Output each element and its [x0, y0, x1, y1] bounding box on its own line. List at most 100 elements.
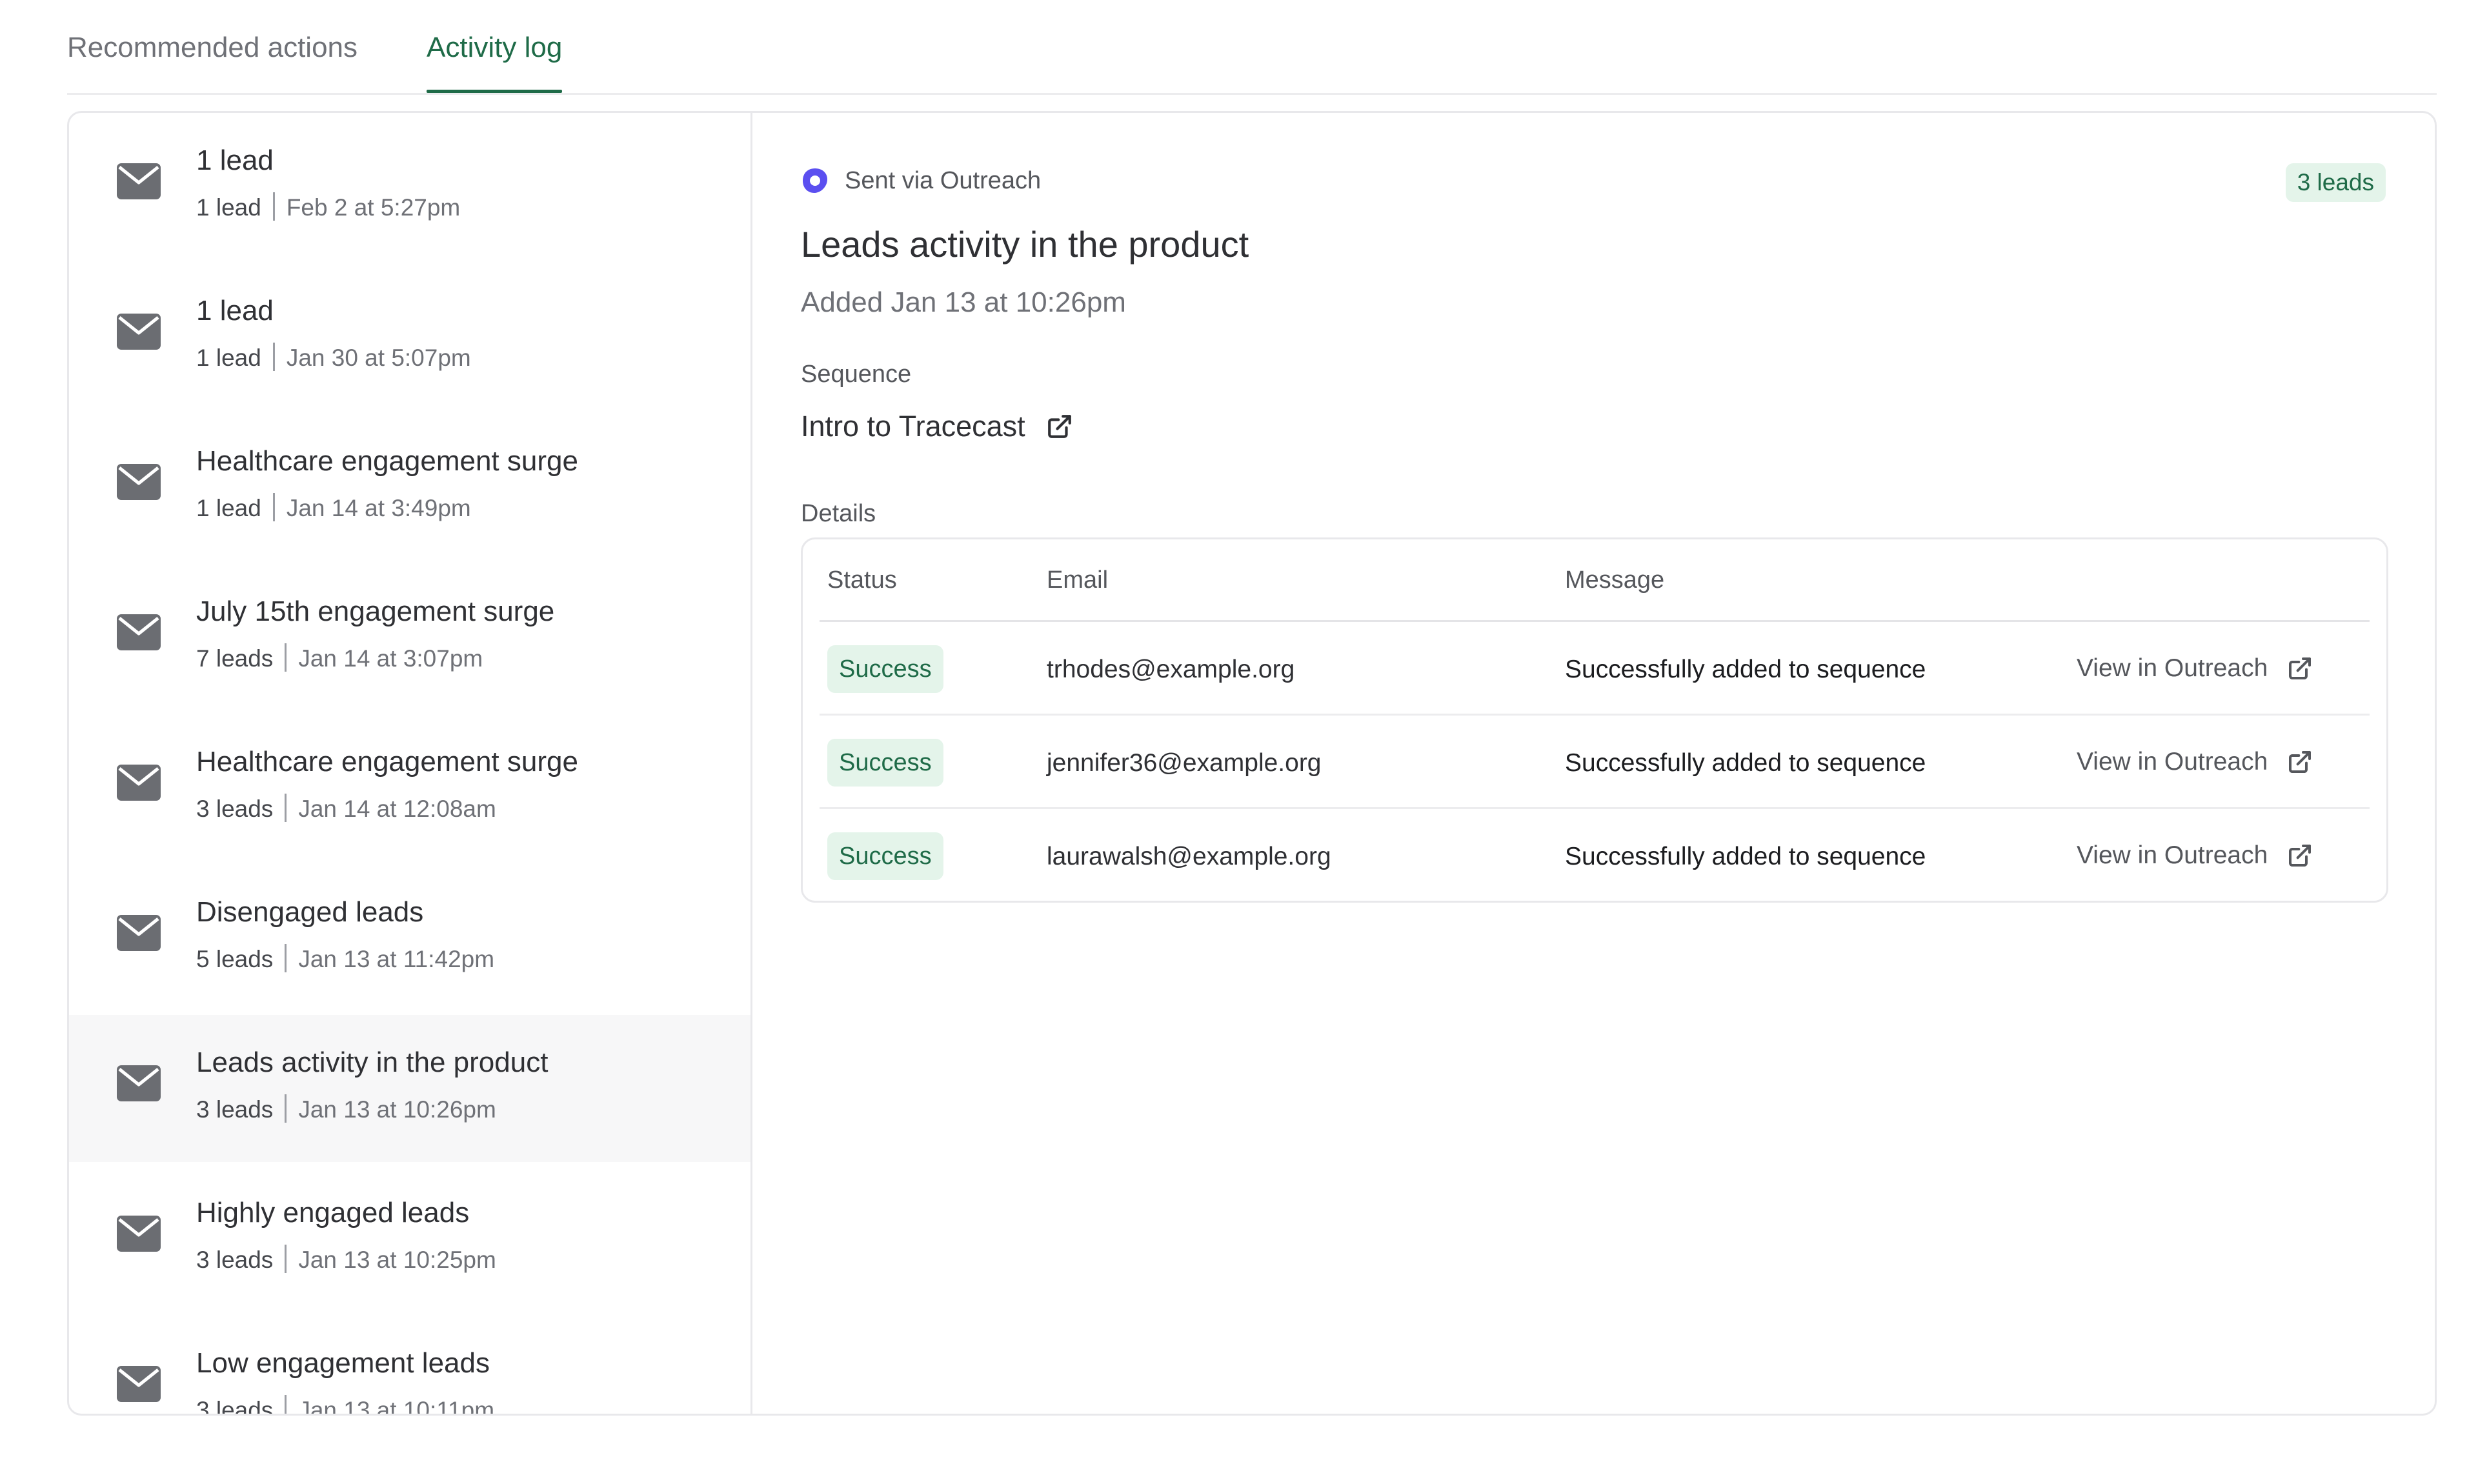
activity-item[interactable]: 1 lead 1 lead Jan 30 at 5:07pm — [69, 263, 750, 410]
details-table: Status Email Message Success trhodes@exa… — [801, 537, 2388, 903]
external-link-icon — [2289, 845, 2312, 867]
email-cell: jennifer36@example.org — [1047, 749, 1322, 777]
activity-item-selected[interactable]: Leads activity in the product 3 leads Jan… — [69, 1015, 750, 1162]
email-cell: laurawalsh@example.org — [1047, 843, 1331, 870]
envelope-icon — [117, 915, 161, 951]
activity-item-count: 3 leads — [196, 796, 274, 822]
divider — [285, 643, 287, 672]
activity-item-title: Healthcare engagement surge — [196, 746, 578, 777]
activity-item-count: 7 leads — [196, 645, 274, 672]
column-header-status: Status — [827, 567, 897, 594]
envelope-icon — [117, 163, 161, 199]
divider — [272, 493, 275, 521]
envelope-icon — [117, 314, 161, 350]
activity-item[interactable]: Disengaged leads 5 leads Jan 13 at 11:42p… — [69, 865, 750, 1012]
divider — [285, 1395, 287, 1414]
external-link-icon — [2289, 657, 2312, 679]
sequence-label: Sequence — [801, 361, 912, 388]
message-cell: Successfully added to sequence — [1565, 749, 1926, 777]
source-label: Sent via Outreach — [801, 165, 1041, 197]
detail-title: Leads activity in the product — [801, 224, 1249, 265]
activity-item-meta: 3 leads Jan 13 at 10:26pm — [196, 1094, 496, 1126]
envelope-icon — [117, 765, 161, 801]
view-in-outreach-link[interactable]: View in Outreach — [2077, 839, 2313, 872]
lead-count-badge: 3 leads — [2285, 163, 2386, 202]
activity-item-date: Jan 14 at 12:08am — [298, 796, 496, 822]
tab-recommended-actions[interactable]: Recommended actions — [67, 28, 358, 91]
activity-item-date: Jan 30 at 5:07pm — [286, 345, 471, 371]
activity-item[interactable]: 1 lead 1 lead Feb 2 at 5:27pm — [69, 113, 750, 260]
activity-item-date: Feb 2 at 5:27pm — [286, 194, 461, 221]
sequence-link[interactable]: Intro to Tracecast — [801, 407, 1073, 446]
table-row: Success laurawalsh@example.org Successfu… — [820, 809, 2370, 903]
detail-added-date: Added Jan 13 at 10:26pm — [801, 286, 1126, 318]
activity-item-count: 5 leads — [196, 946, 274, 972]
activity-item-title: Low engagement leads — [196, 1347, 490, 1379]
status-badge: Success — [827, 832, 943, 880]
activity-item-title: July 15th engagement surge — [196, 596, 555, 627]
activity-item-meta: 1 lead Jan 14 at 3:49pm — [196, 492, 471, 525]
outreach-logo-icon — [803, 168, 827, 193]
activity-item-count: 1 lead — [196, 194, 261, 221]
activity-item[interactable]: July 15th engagement surge 7 leads Jan 14… — [69, 564, 750, 711]
activity-item-date: Jan 13 at 10:25pm — [298, 1247, 496, 1273]
sequence-name: Intro to Tracecast — [801, 410, 1025, 443]
message-cell: Successfully added to sequence — [1565, 843, 1926, 870]
view-in-outreach-label: View in Outreach — [2077, 748, 2268, 776]
envelope-icon — [117, 1065, 161, 1101]
envelope-icon — [117, 1366, 161, 1402]
divider — [285, 944, 287, 972]
column-header-email: Email — [1047, 567, 1109, 594]
divider — [285, 794, 287, 822]
activity-item-count: 3 leads — [196, 1397, 274, 1414]
activity-item[interactable]: Low engagement leads 3 leads Jan 13 at 10… — [69, 1316, 750, 1414]
envelope-icon — [117, 1216, 161, 1252]
activity-item-title: Leads activity in the product — [196, 1047, 549, 1078]
tab-activity-log[interactable]: Activity log — [427, 28, 563, 93]
activity-detail: Sent via Outreach 3 leads Leads activity… — [752, 113, 2435, 1414]
details-label: Details — [801, 500, 876, 527]
activity-item-meta: 3 leads Jan 13 at 10:25pm — [196, 1244, 496, 1276]
activity-item-meta: 3 leads Jan 13 at 10:11pm — [196, 1394, 494, 1414]
activity-item-title: Highly engaged leads — [196, 1197, 470, 1228]
column-header-message: Message — [1565, 567, 1665, 594]
status-badge: Success — [827, 739, 943, 787]
divider — [272, 192, 275, 221]
activity-item-date: Jan 13 at 11:42pm — [298, 946, 495, 972]
envelope-icon — [117, 464, 161, 500]
divider — [272, 343, 275, 371]
activity-item[interactable]: Healthcare engagement surge 3 leads Jan 1… — [69, 714, 750, 861]
activity-item-date: Jan 13 at 10:26pm — [298, 1096, 496, 1123]
activity-item-count: 3 leads — [196, 1096, 274, 1123]
view-in-outreach-label: View in Outreach — [2077, 654, 2268, 682]
status-badge: Success — [827, 645, 943, 693]
activity-item-count: 3 leads — [196, 1247, 274, 1273]
activity-item[interactable]: Highly engaged leads 3 leads Jan 13 at 10… — [69, 1165, 750, 1312]
view-in-outreach-link[interactable]: View in Outreach — [2077, 652, 2313, 685]
activity-item-title: Disengaged leads — [196, 896, 424, 928]
activity-item-meta: 3 leads Jan 14 at 12:08am — [196, 793, 496, 825]
activity-item-title: 1 lead — [196, 145, 274, 176]
activity-item-meta: 1 lead Jan 30 at 5:07pm — [196, 342, 471, 374]
page: Recommended actions Activity log 1 lead … — [67, 0, 2437, 1416]
activity-item-count: 1 lead — [196, 345, 261, 371]
activity-item-meta: 5 leads Jan 13 at 11:42pm — [196, 943, 494, 976]
table-header: Status Email Message — [820, 539, 2370, 622]
envelope-icon — [117, 614, 161, 650]
divider — [285, 1245, 287, 1273]
activity-item-count: 1 lead — [196, 495, 261, 521]
external-link-icon[interactable] — [1046, 413, 1073, 440]
view-in-outreach-label: View in Outreach — [2077, 841, 2268, 869]
activity-item[interactable]: Healthcare engagement surge 1 lead Jan 14… — [69, 414, 750, 561]
activity-item-date: Jan 13 at 10:11pm — [298, 1397, 495, 1414]
view-in-outreach-link[interactable]: View in Outreach — [2077, 745, 2313, 779]
activity-panel: 1 lead 1 lead Feb 2 at 5:27pm 1 lead 1 le… — [67, 111, 2437, 1416]
activity-item-date: Jan 14 at 3:07pm — [298, 645, 483, 672]
activity-item-title: Healthcare engagement surge — [196, 445, 578, 477]
activity-item-date: Jan 14 at 3:49pm — [286, 495, 471, 521]
message-cell: Successfully added to sequence — [1565, 656, 1926, 683]
source-text: Sent via Outreach — [845, 166, 1042, 194]
table-row: Success trhodes@example.org Successfully… — [820, 622, 2370, 716]
activity-item-meta: 7 leads Jan 14 at 3:07pm — [196, 643, 483, 675]
activity-list[interactable]: 1 lead 1 lead Feb 2 at 5:27pm 1 lead 1 le… — [69, 113, 752, 1414]
